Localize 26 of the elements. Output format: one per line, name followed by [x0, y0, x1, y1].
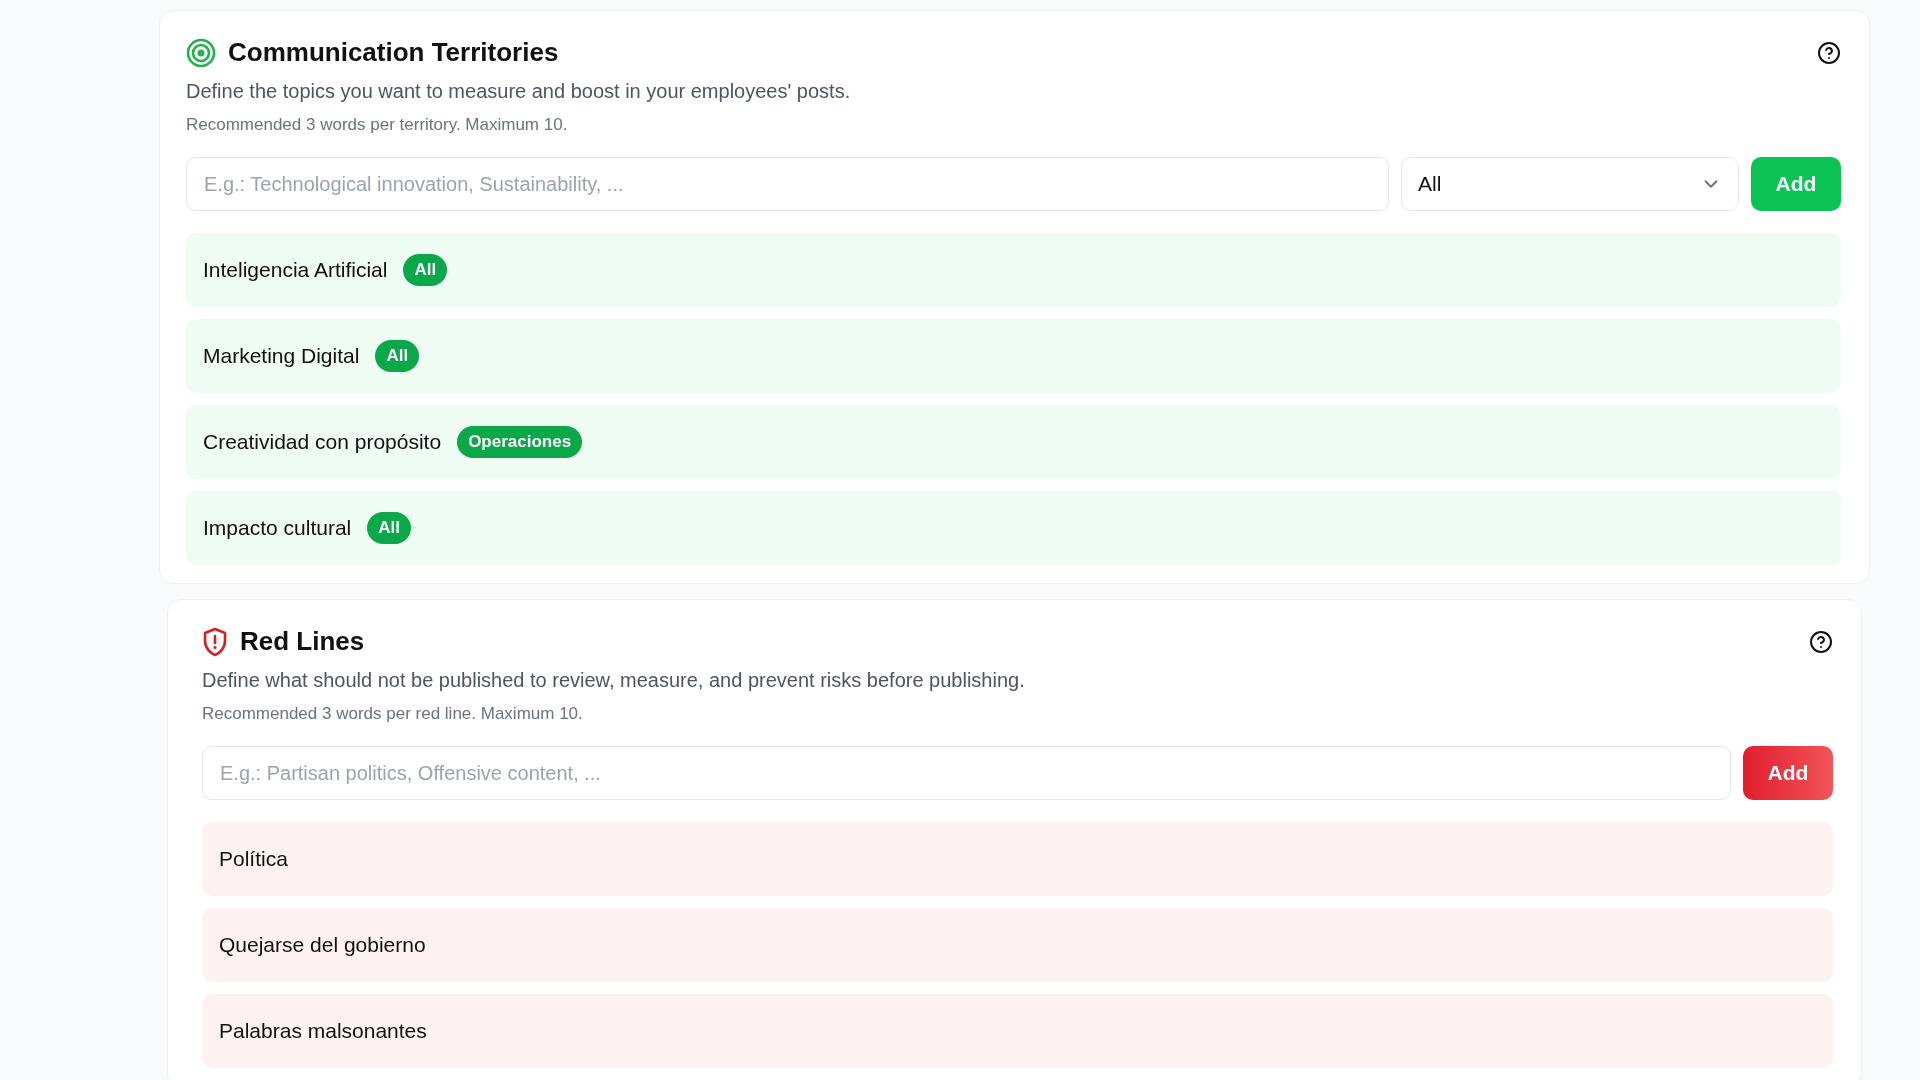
item-label: Inteligencia Artificial — [203, 258, 388, 282]
help-icon[interactable] — [1809, 629, 1833, 654]
scope-tag: All — [403, 254, 448, 286]
scope-tag: All — [367, 512, 411, 544]
target-icon — [186, 37, 216, 68]
scope-dropdown[interactable]: All — [1401, 157, 1739, 211]
section-description: Define the topics you want to measure and boost in your employees' posts. — [186, 80, 852, 103]
item-label: Palabras malsonantes — [219, 1019, 427, 1043]
section-hint: Recommended 3 words per red line. Maximum 10. — [202, 704, 584, 724]
add-button[interactable]: Add — [1751, 157, 1841, 211]
shield-alert-icon — [202, 626, 228, 657]
scope-tag: All — [375, 340, 420, 372]
item-label: Política — [219, 847, 288, 871]
input-field[interactable]: E.g.: Technological innovation, Sustainability, ... — [186, 157, 1389, 211]
section-title: Red Lines — [240, 626, 366, 657]
item-label: Marketing Digital — [203, 344, 360, 368]
item-label: Impacto cultural — [203, 516, 352, 540]
section-description: Define what should not be published to review, measure, and prevent risks before publishing. — [202, 669, 1026, 692]
add-button[interactable]: Add — [1743, 746, 1833, 800]
section-hint: Recommended 3 words per territory. Maximum 10. — [186, 115, 569, 135]
input-field[interactable]: E.g.: Partisan politics, Offensive content, ... — [202, 746, 1731, 800]
section-title: Communication Territories — [228, 37, 560, 68]
scope-tag: Operaciones — [457, 426, 583, 458]
help-icon[interactable] — [1817, 40, 1841, 65]
item-label: Quejarse del gobierno — [219, 933, 426, 957]
item-label: Creatividad con propósito — [203, 430, 442, 454]
